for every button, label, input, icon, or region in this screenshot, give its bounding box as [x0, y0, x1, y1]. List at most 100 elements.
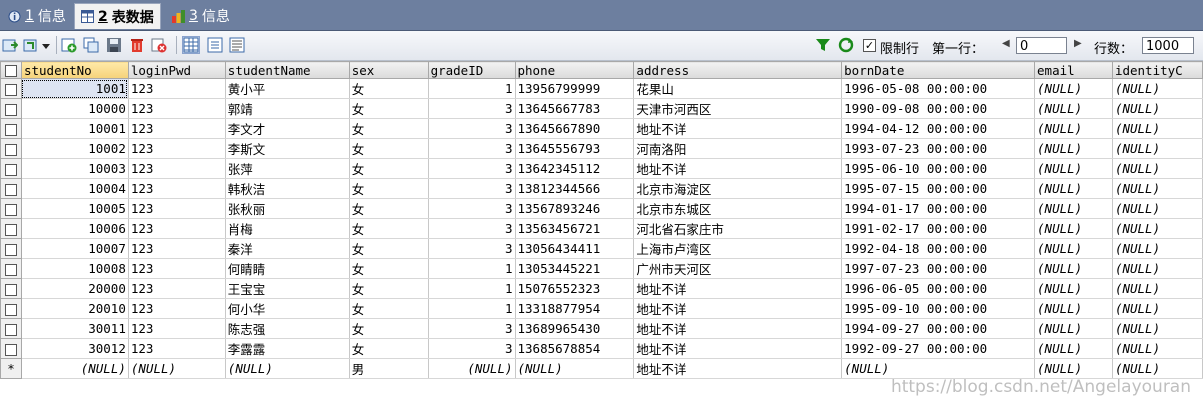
row-select-checkbox[interactable]	[0, 298, 22, 319]
table-cell-loginPwd[interactable]: 123	[127, 298, 226, 319]
export-icon[interactable]	[2, 37, 19, 53]
import-icon[interactable]	[23, 37, 39, 53]
table-cell-sex[interactable]: 女	[348, 78, 429, 99]
table-cell-phone[interactable]: 13642345112	[514, 158, 635, 179]
table-cell-phone[interactable]: 13812344566	[514, 178, 635, 199]
table-cell-studentName[interactable]: (NULL)	[224, 358, 350, 379]
table-cell-email[interactable]: (NULL)	[1034, 238, 1113, 259]
table-cell-studentName[interactable]: 郭靖	[224, 98, 350, 119]
table-cell-identityC[interactable]: (NULL)	[1111, 318, 1203, 339]
table-cell-sex[interactable]: 女	[348, 98, 429, 119]
table-cell-email[interactable]: (NULL)	[1034, 318, 1113, 339]
table-cell-studentName[interactable]: 何小华	[224, 298, 350, 319]
checkbox-icon[interactable]	[4, 263, 17, 276]
table-cell-email[interactable]: (NULL)	[1034, 338, 1113, 359]
table-cell-loginPwd[interactable]: 123	[127, 318, 226, 339]
table-cell-sex[interactable]: 男	[348, 358, 429, 379]
table-cell-bornDate[interactable]: 1995-06-10 00:00:00	[841, 158, 1036, 179]
table-cell-sex[interactable]: 女	[348, 298, 429, 319]
table-cell-bornDate[interactable]: 1994-04-12 00:00:00	[841, 118, 1036, 139]
table-row[interactable]: 30012 123 李露露女 3 13685678854 地址不详 1992-09-27 0…	[0, 338, 1203, 359]
row-select-checkbox[interactable]	[0, 138, 22, 159]
table-cell-loginPwd[interactable]: 123	[127, 218, 226, 239]
table-cell-phone[interactable]: 13563456721	[514, 218, 635, 239]
table-cell-phone[interactable]: 13053445221	[514, 258, 635, 279]
table-cell-identityC[interactable]: (NULL)	[1111, 78, 1203, 99]
table-cell-studentNo[interactable]: 10008	[20, 258, 129, 279]
table-cell-email[interactable]: (NULL)	[1034, 358, 1113, 379]
table-cell-gradeID[interactable]: 3	[427, 198, 516, 219]
table-cell-identityC[interactable]: (NULL)	[1111, 278, 1203, 299]
table-cell-phone[interactable]: 13056434411	[514, 238, 635, 259]
checkbox-icon[interactable]	[4, 243, 17, 256]
table-cell-loginPwd[interactable]: (NULL)	[127, 358, 226, 379]
table-cell-address[interactable]: 天津市河西区	[633, 98, 843, 119]
table-cell-phone[interactable]: 15076552323	[514, 278, 635, 299]
table-row[interactable]: 1001 123 黄小平女 1 13956799999 花果山 1996-05-08 00:…	[0, 78, 1203, 99]
table-cell-address[interactable]: 地址不详	[633, 298, 843, 319]
table-cell-identityC[interactable]: (NULL)	[1111, 118, 1203, 139]
checkbox-icon[interactable]	[4, 283, 17, 296]
row-select-checkbox[interactable]	[0, 98, 22, 119]
table-cell-loginPwd[interactable]: 123	[127, 338, 226, 359]
refresh-icon[interactable]	[838, 37, 854, 53]
limit-rows-checkbox[interactable]: ✓	[863, 39, 876, 52]
table-cell-sex[interactable]: 女	[348, 318, 429, 339]
next-page-icon[interactable]: ▶	[1074, 38, 1082, 49]
table-cell-studentNo[interactable]: 10005	[20, 198, 129, 219]
column-header[interactable]: studentName	[224, 61, 350, 79]
table-row[interactable]: 10006 123 肖梅女 3 13563456721 河北省石家庄市 1991-02-17…	[0, 218, 1203, 239]
table-cell-studentName[interactable]: 张萍	[224, 158, 350, 179]
column-header[interactable]: sex	[348, 61, 429, 79]
table-cell-address[interactable]: 上海市卢湾区	[633, 238, 843, 259]
filter-icon[interactable]	[815, 37, 831, 53]
table-cell-studentName[interactable]: 张秋丽	[224, 198, 350, 219]
table-cell-phone[interactable]: 13318877954	[514, 298, 635, 319]
table-cell-address[interactable]: 河北省石家庄市	[633, 218, 843, 239]
table-cell-loginPwd[interactable]: 123	[127, 138, 226, 159]
table-cell-loginPwd[interactable]: 123	[127, 238, 226, 259]
row-select-checkbox[interactable]	[0, 118, 22, 139]
table-cell-email[interactable]: (NULL)	[1034, 138, 1113, 159]
insert-row-icon[interactable]	[61, 37, 77, 53]
table-row[interactable]: 20000 123 王宝宝女 1 15076552323 地址不详 1996-06-05 0…	[0, 278, 1203, 299]
table-cell-sex[interactable]: 女	[348, 258, 429, 279]
table-row[interactable]: 10007 123 秦洋女 3 13056434411 上海市卢湾区 1992-04-18 …	[0, 238, 1203, 259]
table-cell-loginPwd[interactable]: 123	[127, 178, 226, 199]
table-cell-sex[interactable]: 女	[348, 118, 429, 139]
table-cell-address[interactable]: 花果山	[633, 78, 843, 99]
table-cell-studentNo[interactable]: 10007	[20, 238, 129, 259]
checkbox-icon[interactable]	[4, 183, 17, 196]
table-cell-phone[interactable]: 13685678854	[514, 338, 635, 359]
table-cell-studentNo[interactable]: 10003	[20, 158, 129, 179]
tab-info-1[interactable]: 1 信息	[2, 3, 72, 29]
table-cell-gradeID[interactable]: 3	[427, 238, 516, 259]
save-icon[interactable]	[106, 37, 122, 53]
table-cell-studentNo[interactable]: 1001	[20, 78, 129, 99]
table-row[interactable]: 10000 123 郭靖女 3 13645667783 天津市河西区 1990-09-08 …	[0, 98, 1203, 119]
table-cell-sex[interactable]: 女	[348, 138, 429, 159]
table-cell-identityC[interactable]: (NULL)	[1111, 138, 1203, 159]
table-cell-address[interactable]: 北京市海淀区	[633, 178, 843, 199]
cancel-changes-icon[interactable]	[151, 37, 167, 53]
table-cell-studentName[interactable]: 肖梅	[224, 218, 350, 239]
column-header[interactable]: loginPwd	[127, 61, 226, 79]
table-cell-identityC[interactable]: (NULL)	[1111, 338, 1203, 359]
row-select-checkbox[interactable]	[0, 238, 22, 259]
table-cell-email[interactable]: (NULL)	[1034, 118, 1113, 139]
table-cell-studentName[interactable]: 李文才	[224, 118, 350, 139]
table-row[interactable]: 10003 123 张萍女 3 13642345112 地址不详 1995-06-10 00…	[0, 158, 1203, 179]
table-cell-bornDate[interactable]: 1993-07-23 00:00:00	[841, 138, 1036, 159]
table-cell-sex[interactable]: 女	[348, 278, 429, 299]
table-cell-bornDate[interactable]: 1994-01-17 00:00:00	[841, 198, 1036, 219]
table-cell-email[interactable]: (NULL)	[1034, 218, 1113, 239]
table-cell-phone[interactable]: 13645667783	[514, 98, 635, 119]
table-cell-email[interactable]: (NULL)	[1034, 158, 1113, 179]
table-cell-email[interactable]: (NULL)	[1034, 78, 1113, 99]
duplicate-row-icon[interactable]	[83, 37, 99, 53]
table-cell-email[interactable]: (NULL)	[1034, 178, 1113, 199]
column-header[interactable]: gradeID	[427, 61, 516, 79]
table-cell-identityC[interactable]: (NULL)	[1111, 358, 1203, 379]
row-select-checkbox[interactable]	[0, 78, 22, 99]
table-cell-studentNo[interactable]: 10001	[20, 118, 129, 139]
